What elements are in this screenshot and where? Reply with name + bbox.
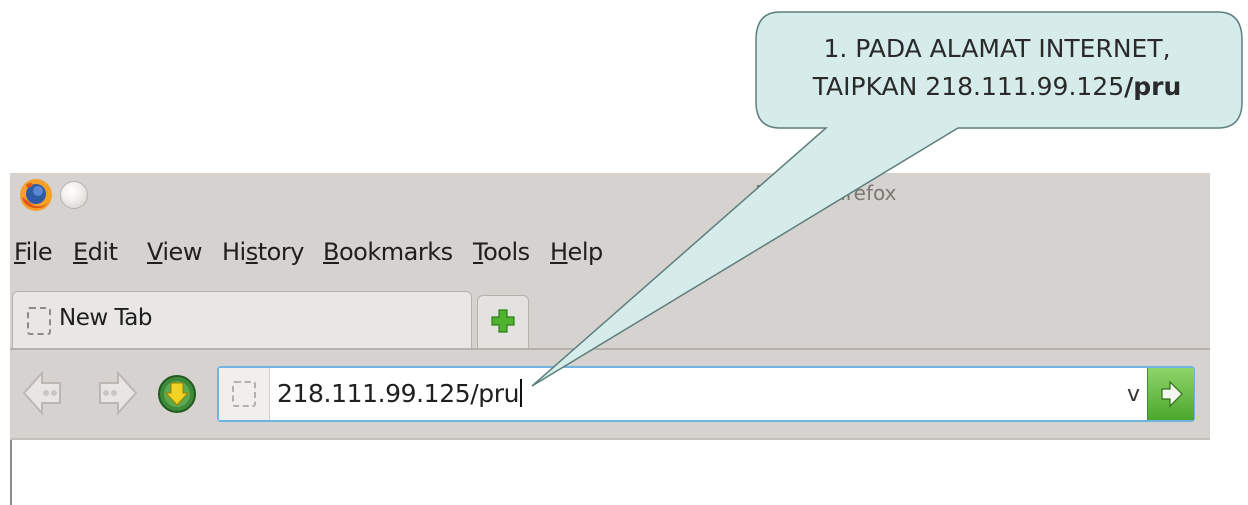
url-input[interactable]: 218.111.99.125/pru bbox=[277, 379, 523, 408]
menu-file[interactable]: File bbox=[14, 238, 53, 266]
blank-page-icon bbox=[232, 381, 256, 407]
site-identity-button[interactable] bbox=[219, 368, 270, 420]
go-arrow-icon bbox=[1161, 380, 1183, 408]
blank-page-icon bbox=[27, 307, 51, 335]
content-area-edge bbox=[10, 440, 12, 505]
menu-history[interactable]: History bbox=[222, 238, 304, 266]
browser-window: Mozilla Firefox File Edit View History B… bbox=[10, 173, 1210, 505]
menu-help[interactable]: Help bbox=[550, 238, 603, 266]
home-arrow-icon[interactable] bbox=[150, 367, 204, 421]
go-button[interactable] bbox=[1147, 368, 1194, 420]
url-bar[interactable]: 218.111.99.125/pru v bbox=[217, 366, 1195, 422]
new-tab-button[interactable] bbox=[477, 295, 529, 349]
menu-view[interactable]: View bbox=[147, 238, 202, 266]
menu-tools[interactable]: Tools bbox=[473, 238, 530, 266]
tab-label: New Tab bbox=[59, 305, 152, 331]
tab-bar: New Tab bbox=[10, 283, 1210, 350]
back-arrow-icon[interactable] bbox=[20, 367, 76, 419]
menu-edit[interactable]: Edit bbox=[73, 238, 118, 266]
callout-text: 1. PADA ALAMAT INTERNET, TAIPKAN 218.111… bbox=[754, 30, 1240, 106]
toolbar-divider bbox=[10, 438, 1210, 440]
text-caret bbox=[520, 379, 523, 407]
url-history-dropdown[interactable]: v bbox=[1127, 382, 1140, 407]
title-bar: Mozilla Firefox bbox=[10, 173, 1210, 228]
menu-bookmarks[interactable]: Bookmarks bbox=[323, 238, 453, 266]
callout-line-2: TAIPKAN 218.111.99.125/pru bbox=[812, 72, 1182, 101]
callout-bold-path: /pru bbox=[1124, 72, 1182, 101]
callout-line-1: 1. PADA ALAMAT INTERNET, bbox=[823, 34, 1171, 63]
firefox-logo-icon bbox=[20, 179, 52, 211]
window-minimize-button[interactable] bbox=[60, 181, 88, 209]
navigation-toolbar: 218.111.99.125/pru v bbox=[10, 350, 1210, 440]
tab-new-tab[interactable]: New Tab bbox=[12, 291, 472, 350]
forward-arrow-icon[interactable] bbox=[84, 367, 140, 419]
menu-bar: File Edit View History Bookmarks Tools H… bbox=[10, 228, 1210, 283]
window-title: Mozilla Firefox bbox=[755, 181, 897, 205]
plus-icon bbox=[491, 309, 515, 333]
